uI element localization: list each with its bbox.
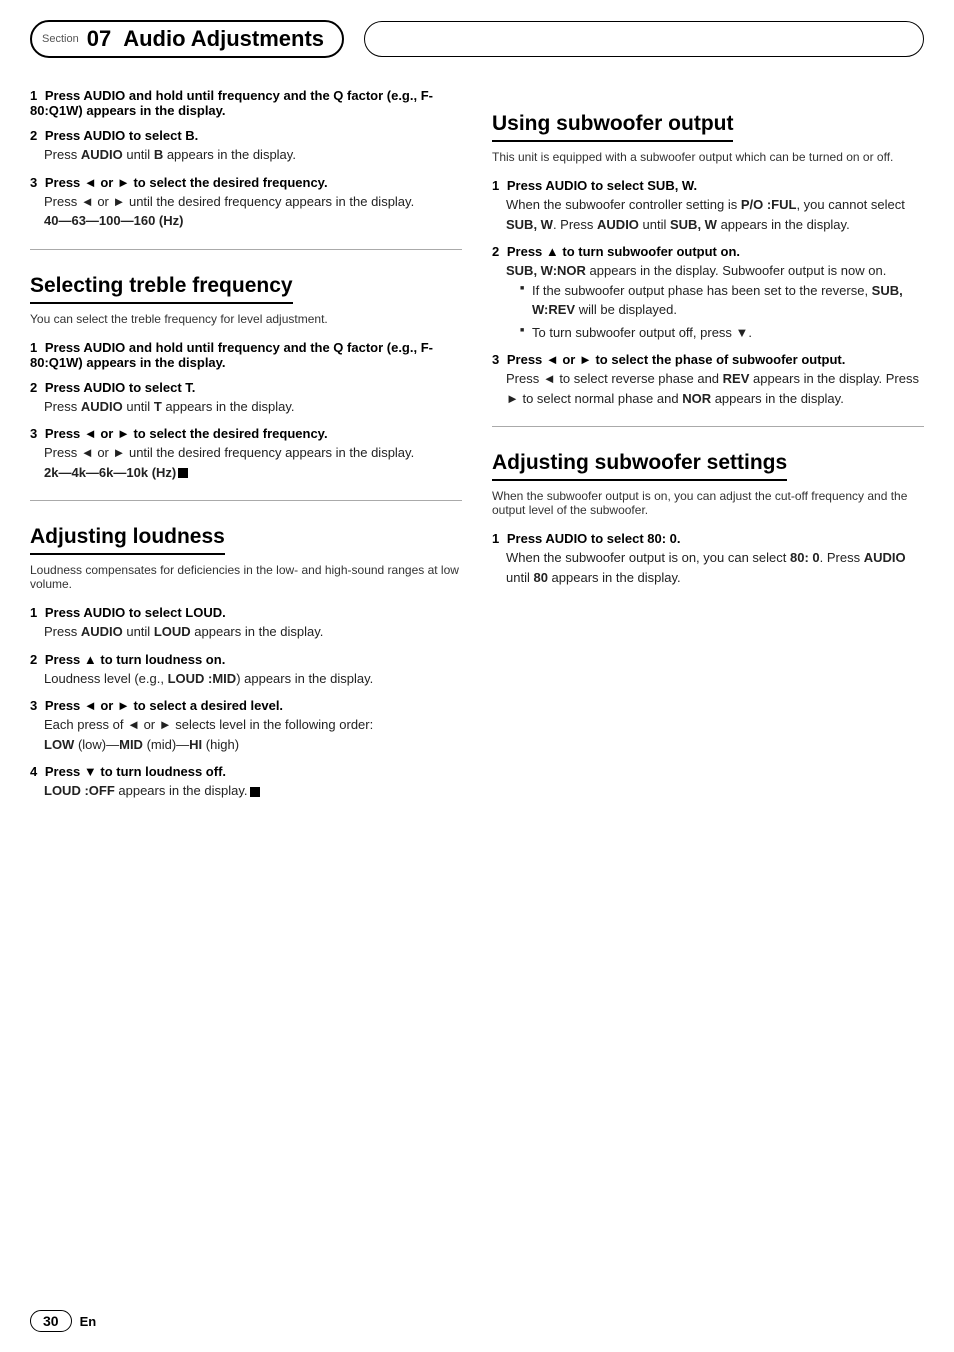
bass-step-2-title: 2 Press AUDIO to select B. [30,128,462,143]
sub-settings-section: Adjusting subwoofer settings When the su… [492,451,924,587]
bass-step-3-body: Press ◄ or ► until the desired frequency… [30,192,462,231]
sub-step-1-body: When the subwoofer controller setting is… [492,195,924,234]
loudness-step-4: 4 Press ▼ to turn loudness off. LOUD :OF… [30,764,462,801]
header-right-box [364,21,924,57]
loudness-step-4-body: LOUD :OFF appears in the display. [30,781,462,801]
loudness-step-1-body: Press AUDIO until LOUD appears in the di… [30,622,462,642]
sub-settings-step-1: 1 Press AUDIO to select 80: 0. When the … [492,531,924,587]
sub-step-1-title: 1 Press AUDIO to select SUB, W. [492,178,924,193]
bass-step-2-body: Press AUDIO until B appears in the displ… [30,145,462,165]
bass-step-3: 3 Press ◄ or ► to select the desired fre… [30,175,462,231]
loudness-section-subtitle: Loudness compensates for deficiencies in… [30,563,462,591]
loudness-step-3: 3 Press ◄ or ► to select a desired level… [30,698,462,754]
page-number: 30 [30,1310,72,1332]
sub-step-2: 2 Press ▲ to turn subwoofer output on. S… [492,244,924,342]
sub-step-2-title: 2 Press ▲ to turn subwoofer output on. [492,244,924,259]
loudness-step-4-title: 4 Press ▼ to turn loudness off. [30,764,462,779]
sub-settings-title: Adjusting subwoofer settings [492,451,787,481]
header: Section 07 Audio Adjustments [30,20,924,58]
loudness-step-1-title: 1 Press AUDIO to select LOUD. [30,605,462,620]
section-number: 07 [87,26,111,52]
bass-step-2: 2 Press AUDIO to select B. Press AUDIO u… [30,128,462,165]
treble-section-subtitle: You can select the treble frequency for … [30,312,462,326]
treble-step-1-title: 1 Press AUDIO and hold until frequency a… [30,340,462,370]
language-label: En [80,1314,97,1329]
divider-treble [30,249,462,250]
loudness-step-2-title: 2 Press ▲ to turn loudness on. [30,652,462,667]
treble-step-2: 2 Press AUDIO to select T. Press AUDIO u… [30,380,462,417]
loudness-step-2: 2 Press ▲ to turn loudness on. Loudness … [30,652,462,689]
subwoofer-section-subtitle: This unit is equipped with a subwoofer o… [492,150,924,164]
sub-step-2-bullets: If the subwoofer output phase has been s… [506,281,924,343]
sub-step-3-title: 3 Press ◄ or ► to select the phase of su… [492,352,924,367]
bullet-item: To turn subwoofer output off, press ▼. [520,323,924,343]
page: Section 07 Audio Adjustments 1 Press AUD… [0,0,954,1352]
divider-loudness [30,500,462,501]
sub-step-1: 1 Press AUDIO to select SUB, W. When the… [492,178,924,234]
sub-settings-subtitle: When the subwoofer output is on, you can… [492,489,924,517]
sub-settings-step-1-title: 1 Press AUDIO to select 80: 0. [492,531,924,546]
left-column: 1 Press AUDIO and hold until frequency a… [30,88,462,811]
loudness-step-3-body: Each press of ◄ or ► selects level in th… [30,715,462,754]
bullet-item: If the subwoofer output phase has been s… [520,281,924,320]
loudness-step-2-body: Loudness level (e.g., LOUD :MID) appears… [30,669,462,689]
sub-step-3: 3 Press ◄ or ► to select the phase of su… [492,352,924,408]
loudness-step-1: 1 Press AUDIO to select LOUD. Press AUDI… [30,605,462,642]
treble-section: Selecting treble frequency You can selec… [30,274,462,483]
loudness-section-title: Adjusting loudness [30,525,225,555]
loudness-section: Adjusting loudness Loudness compensates … [30,525,462,801]
end-square-icon-2 [250,787,260,797]
sub-step-2-body: SUB, W:NOR appears in the display. Subwo… [492,261,924,342]
treble-step-2-title: 2 Press AUDIO to select T. [30,380,462,395]
section-label: Section [42,33,79,45]
divider-sub-settings [492,426,924,427]
sub-settings-step-1-body: When the subwoofer output is on, you can… [492,548,924,587]
section-title: Audio Adjustments [123,26,324,52]
bass-step-1: 1 Press AUDIO and hold until frequency a… [30,88,462,118]
bass-step-3-title: 3 Press ◄ or ► to select the desired fre… [30,175,462,190]
treble-step-3-body: Press ◄ or ► until the desired frequency… [30,443,462,482]
sub-step-3-body: Press ◄ to select reverse phase and REV … [492,369,924,408]
treble-step-3: 3 Press ◄ or ► to select the desired fre… [30,426,462,482]
content-columns: 1 Press AUDIO and hold until frequency a… [30,88,924,811]
treble-step-2-body: Press AUDIO until T appears in the displ… [30,397,462,417]
subwoofer-section: Using subwoofer output This unit is equi… [492,112,924,408]
treble-section-title: Selecting treble frequency [30,274,293,304]
loudness-step-3-title: 3 Press ◄ or ► to select a desired level… [30,698,462,713]
subwoofer-section-title: Using subwoofer output [492,112,733,142]
footer: 30 En [30,1310,96,1332]
end-square-icon [178,468,188,478]
treble-step-1: 1 Press AUDIO and hold until frequency a… [30,340,462,370]
right-column: Using subwoofer output This unit is equi… [492,88,924,811]
bass-step-1-title: 1 Press AUDIO and hold until frequency a… [30,88,462,118]
section-box: Section 07 Audio Adjustments [30,20,344,58]
treble-step-3-title: 3 Press ◄ or ► to select the desired fre… [30,426,462,441]
